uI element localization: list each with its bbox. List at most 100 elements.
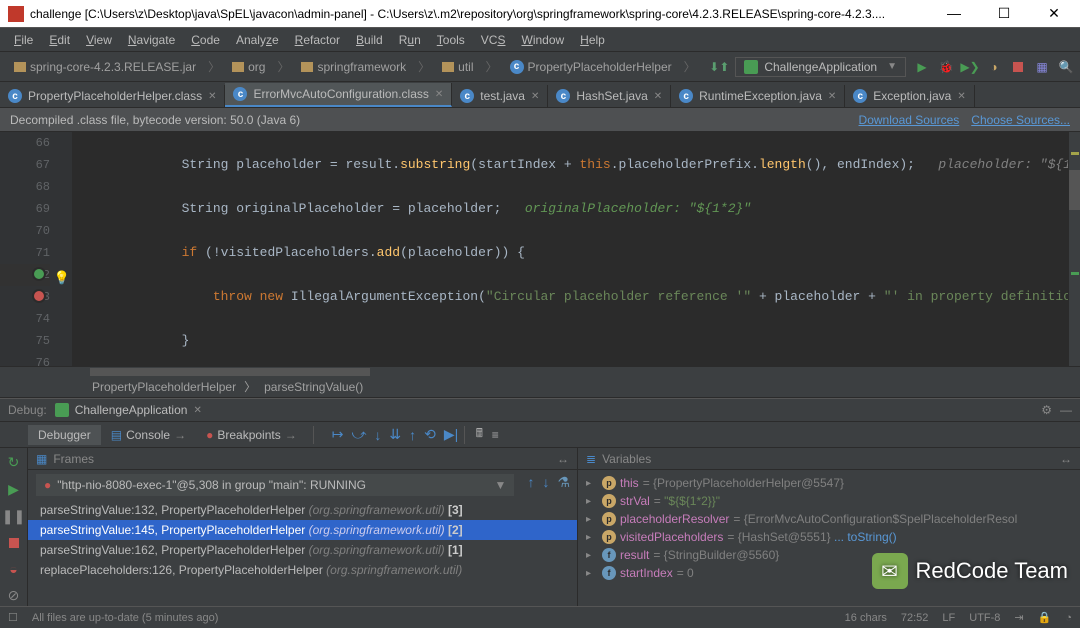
variable-row[interactable]: ▸f startIndex = 0	[586, 564, 1072, 582]
filter-frames-icon[interactable]: ⚗	[554, 474, 573, 496]
close-icon[interactable]: ✕	[531, 91, 539, 102]
choose-sources-link[interactable]: Choose Sources...	[971, 113, 1070, 127]
step-into-icon[interactable]: ↓	[374, 427, 381, 443]
coverage-button[interactable]: ▶❯	[962, 59, 978, 75]
variables-list[interactable]: ▸p this = {PropertyPlaceholderHelper@554…	[578, 470, 1080, 606]
more-options-icon[interactable]: ↔	[1060, 452, 1072, 466]
show-execution-point-icon[interactable]: ↦	[332, 426, 344, 443]
nav-util[interactable]: util	[434, 58, 481, 76]
close-icon[interactable]: ✕	[435, 89, 443, 100]
menu-code[interactable]: Code	[183, 31, 228, 49]
more-options-icon[interactable]: ↔	[557, 452, 569, 466]
evaluate-expression-icon[interactable]: 🖩	[471, 427, 487, 443]
thread-selector[interactable]: ● "http-nio-8080-exec-1"@5,308 in group …	[36, 474, 514, 496]
tab-propertyplaceholderhelper[interactable]: cPropertyPlaceholderHelper.class✕	[0, 85, 225, 107]
breadcrumb-class[interactable]: PropertyPlaceholderHelper	[12, 380, 236, 394]
menu-window[interactable]: Window	[513, 31, 572, 49]
run-configuration-selector[interactable]: ChallengeApplication ▼	[735, 57, 906, 77]
tab-hashset[interactable]: cHashSet.java✕	[548, 85, 671, 107]
memory-indicator[interactable]: ◔	[1065, 612, 1072, 624]
scrollbar-thumb[interactable]	[1069, 170, 1080, 210]
prev-frame-icon[interactable]: ↑	[524, 474, 537, 496]
code-content[interactable]: String placeholder = result.substring(st…	[72, 132, 1068, 366]
menu-help[interactable]: Help	[572, 31, 613, 49]
debugger-tab[interactable]: Debugger	[28, 425, 101, 445]
menu-view[interactable]: View	[78, 31, 120, 49]
console-tab[interactable]: ▤Console→	[101, 425, 196, 445]
menu-analyze[interactable]: Analyze	[228, 31, 287, 49]
close-icon[interactable]: ✕	[654, 91, 662, 102]
search-everywhere-button[interactable]: 🔍	[1058, 59, 1074, 75]
next-frame-icon[interactable]: ↓	[539, 474, 552, 496]
download-sources-link[interactable]: Download Sources	[859, 113, 960, 127]
variable-row[interactable]: ▸p placeholderResolver = {ErrorMvcAutoCo…	[586, 510, 1072, 528]
editor-scrollbar[interactable]	[1068, 132, 1080, 366]
file-encoding[interactable]: UTF-8	[969, 612, 1000, 624]
stop-button[interactable]	[1010, 59, 1026, 75]
close-icon[interactable]: ✕	[828, 91, 836, 102]
frame-item[interactable]: parseStringValue:145, PropertyPlaceholde…	[28, 520, 577, 540]
menu-vcs[interactable]: VCS	[473, 31, 514, 49]
frame-item[interactable]: parseStringValue:162, PropertyPlaceholde…	[28, 540, 577, 560]
editor-area[interactable]: 66 67 68 69 70 71 72💡 73 74 75 76 String…	[0, 132, 1080, 366]
menu-navigate[interactable]: Navigate	[120, 31, 183, 49]
settings-icon[interactable]: ⚙	[1041, 403, 1052, 417]
variable-row[interactable]: ▸f result = {StringBuilder@5560}	[586, 546, 1072, 564]
breakpoint-disabled-icon[interactable]	[32, 289, 46, 303]
close-icon[interactable]: ✕	[208, 91, 216, 102]
menu-refactor[interactable]: Refactor	[287, 31, 348, 49]
menu-run[interactable]: Run	[391, 31, 429, 49]
build-hammer-icon[interactable]: ⬇⬆	[711, 59, 727, 75]
minimize-tool-icon[interactable]: —	[1060, 403, 1072, 417]
variable-row[interactable]: ▸p this = {PropertyPlaceholderHelper@554…	[586, 474, 1072, 492]
menu-tools[interactable]: Tools	[429, 31, 473, 49]
ok-marker[interactable]	[1071, 272, 1079, 275]
pause-icon[interactable]: ❚❚	[2, 508, 25, 525]
view-breakpoints-icon[interactable]: ◒	[9, 561, 17, 577]
breakpoint-icon[interactable]	[32, 267, 46, 281]
close-button[interactable]: ✕	[1036, 5, 1072, 22]
indent-indicator[interactable]: ⇥	[1014, 611, 1023, 624]
menu-build[interactable]: Build	[348, 31, 391, 49]
nav-springframework[interactable]: springframework	[293, 58, 414, 76]
maximize-button[interactable]: ☐	[986, 5, 1022, 22]
stop-icon[interactable]	[9, 535, 19, 551]
resume-icon[interactable]: ▶	[8, 481, 19, 498]
caret-position[interactable]: 72:52	[901, 612, 929, 624]
profile-button[interactable]: ◑	[986, 59, 1002, 75]
frame-item[interactable]: parseStringValue:132, PropertyPlaceholde…	[28, 500, 577, 520]
nav-org[interactable]: org	[224, 58, 273, 76]
tab-errormvcautoconfiguration[interactable]: cErrorMvcAutoConfiguration.class✕	[225, 83, 452, 107]
frame-item[interactable]: replacePlaceholders:126, PropertyPlaceho…	[28, 560, 577, 580]
breakpoints-tab[interactable]: ●Breakpoints→	[196, 425, 307, 445]
close-icon[interactable]: ✕	[193, 405, 201, 416]
trace-icon[interactable]: ≡	[487, 427, 503, 443]
intention-bulb-icon[interactable]: 💡	[54, 268, 70, 290]
run-button[interactable]: ▶	[914, 59, 930, 75]
project-structure-button[interactable]: ▦	[1034, 59, 1050, 75]
menu-file[interactable]: File	[6, 31, 41, 49]
warning-marker[interactable]	[1071, 152, 1079, 155]
readonly-lock-icon[interactable]: 🔒	[1038, 611, 1052, 624]
tab-test[interactable]: ctest.java✕	[452, 85, 548, 107]
editor-h-scrollbar[interactable]	[0, 366, 1080, 376]
debug-button[interactable]: 🐞	[938, 59, 954, 75]
run-to-cursor-icon[interactable]: ▶|	[444, 426, 458, 443]
variable-row[interactable]: ▸p visitedPlaceholders = {HashSet@5551} …	[586, 528, 1072, 546]
gutter[interactable]: 66 67 68 69 70 71 72💡 73 74 75 76	[0, 132, 72, 366]
breadcrumb-method[interactable]: parseStringValue()	[264, 380, 363, 394]
minimize-button[interactable]: —	[936, 5, 972, 22]
nav-class[interactable]: cPropertyPlaceholderHelper	[502, 58, 680, 76]
force-step-into-icon[interactable]: ⇊	[389, 426, 401, 443]
line-separator[interactable]: LF	[942, 612, 955, 624]
close-icon[interactable]: ✕	[957, 91, 965, 102]
frames-list[interactable]: parseStringValue:132, PropertyPlaceholde…	[28, 500, 577, 606]
tab-exception[interactable]: cException.java✕	[845, 85, 974, 107]
nav-root[interactable]: spring-core-4.2.3.RELEASE.jar	[6, 58, 204, 76]
menu-edit[interactable]: Edit	[41, 31, 78, 49]
scrollbar-thumb[interactable]	[90, 368, 370, 376]
step-over-icon[interactable]: ⤻	[351, 426, 366, 443]
mute-breakpoints-icon[interactable]: ⊘	[8, 587, 20, 604]
step-out-icon[interactable]: ↑	[409, 427, 416, 443]
git-icon[interactable]: ☐	[8, 611, 18, 624]
